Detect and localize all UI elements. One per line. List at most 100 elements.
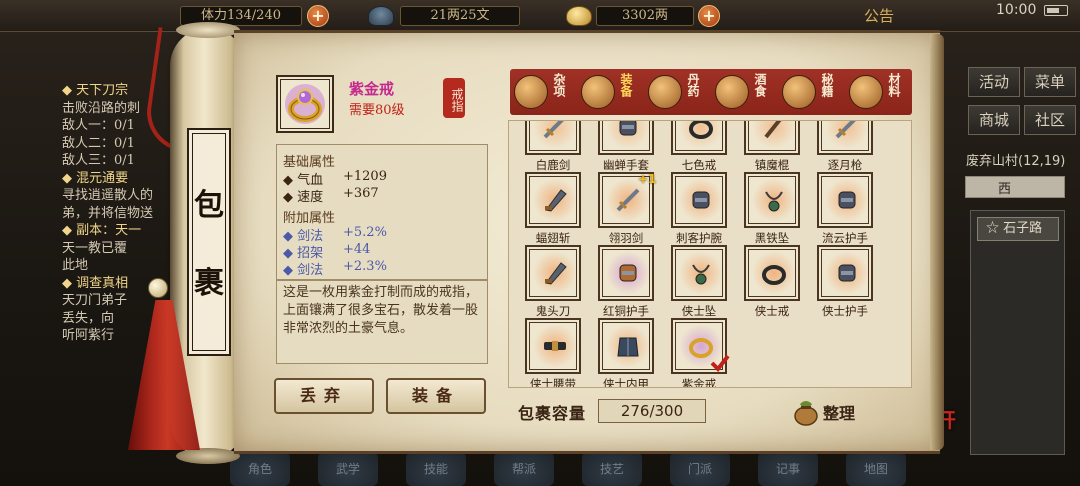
silver-display: 21两25文 <box>400 6 520 26</box>
inventory-slot[interactable]: 七色戒 <box>669 121 729 172</box>
inventory-slot[interactable]: 侠士戒 <box>742 245 802 318</box>
item-name-label: 镇魔棍 <box>754 158 790 172</box>
bottom-nav-item[interactable]: 技能 <box>406 452 466 486</box>
stat-label: ◆ 剑法 <box>283 263 324 278</box>
item-name-label: 侠士护手 <box>822 304 868 318</box>
bottom-nav-item[interactable]: 门派 <box>670 452 730 486</box>
gold-display: 3302两 <box>596 6 694 26</box>
item-slot-frame <box>671 318 730 374</box>
inventory-slot[interactable]: 逐月枪 <box>815 121 875 172</box>
stat-row: ◆ 剑法 +2.3% <box>283 259 387 278</box>
books-icon <box>782 75 816 109</box>
base-stats-header: 基础属性 <box>283 155 336 170</box>
item-slot-frame <box>744 245 800 301</box>
bottom-nav-item[interactable]: 武学 <box>318 452 378 486</box>
shop-button[interactable]: 商城 <box>968 105 1020 135</box>
item-slot-frame: +1 <box>598 172 656 228</box>
money-bag-icon[interactable] <box>791 396 821 426</box>
tab-wine-food[interactable]: 酒食 <box>711 69 778 115</box>
jade-bead <box>148 278 168 298</box>
item-name-label: 侠士腰带 <box>530 377 576 388</box>
item-name-label: 逐月枪 <box>827 158 863 172</box>
inventory-slot[interactable]: 侠士内甲 <box>596 318 656 387</box>
inventory-slot[interactable]: 蝠翅斩 <box>523 172 583 245</box>
item-name-label: 紫金戒 <box>681 377 717 388</box>
item-slot-frame <box>671 121 727 155</box>
item-slot-frame <box>671 245 727 301</box>
item-name-label: 红铜护手 <box>603 304 649 318</box>
item-slot-frame <box>525 121 581 155</box>
sort-button[interactable]: 整理 <box>823 400 855 424</box>
bottom-nav-item[interactable]: 地图 <box>846 452 906 486</box>
stat-value: +1209 <box>343 169 387 184</box>
tab-label: 材料 <box>887 73 901 97</box>
extra-stats-header: 附加属性 <box>283 211 336 226</box>
equip-button[interactable]: 装备 <box>386 378 486 414</box>
item-name-label: 刺客护腕 <box>676 231 722 245</box>
tab-books[interactable]: 秘籍 <box>778 69 845 115</box>
road-item[interactable]: ☆ 石子路 <box>977 217 1059 241</box>
item-name-label: 翎羽剑 <box>608 231 644 245</box>
stat-value: +2.3% <box>343 259 387 274</box>
tab-label: 装备 <box>619 73 633 97</box>
scroll-rod-top <box>176 22 240 38</box>
inventory-slot[interactable]: 黑铁坠 <box>742 172 802 245</box>
announcement-button[interactable]: 公告 <box>864 5 894 26</box>
item-slot-frame <box>744 121 800 155</box>
jar-icon <box>514 75 548 109</box>
category-tabs: 杂项 装备 丹药 酒食 秘籍 材料 <box>510 69 912 115</box>
inventory-slot[interactable]: 红铜护手 <box>596 245 656 318</box>
discard-button[interactable]: 丢弃 <box>274 378 374 414</box>
inventory-slot[interactable]: 鬼头刀 <box>523 245 583 318</box>
item-slot-frame <box>744 172 800 228</box>
pills-icon <box>648 75 682 109</box>
tab-scroll-sword[interactable]: 装备 <box>577 69 644 115</box>
item-name-label: 侠士内甲 <box>603 377 649 388</box>
tab-label: 杂项 <box>552 73 566 97</box>
bag-title-top: 包 <box>194 188 224 223</box>
item-slot-frame <box>525 245 581 301</box>
item-name: 紫金戒 <box>349 80 395 98</box>
check-icon <box>710 354 730 373</box>
bottom-nav-item[interactable]: 记事 <box>758 452 818 486</box>
capacity-value: 276/300 <box>598 399 706 423</box>
tab-crystal[interactable]: 材料 <box>845 69 912 115</box>
parchment-edge <box>930 34 944 450</box>
item-description: 这是一枚用紫金打制而成的戒指，上面镶满了很多宝石，散发着一股非常浓烈的土豪气息。 <box>276 280 488 364</box>
inventory-slot[interactable]: 流云护手 <box>815 172 875 245</box>
activity-button[interactable]: 活动 <box>968 67 1020 97</box>
stat-value: +5.2% <box>343 225 387 240</box>
menu-button[interactable]: 菜单 <box>1024 67 1076 97</box>
gold-ring-icon <box>285 84 325 124</box>
add-gold-button[interactable]: + <box>698 5 720 27</box>
inventory-slot[interactable]: +1 翎羽剑 <box>596 172 656 245</box>
item-slot-frame <box>817 172 873 228</box>
inventory-slot[interactable]: 幽蝉手套 <box>596 121 656 172</box>
inventory-slot[interactable]: 刺客护腕 <box>669 172 729 245</box>
bottom-nav-item[interactable]: 技艺 <box>582 452 642 486</box>
tab-label: 丹药 <box>686 73 700 97</box>
tab-pills[interactable]: 丹药 <box>644 69 711 115</box>
direction-map[interactable]: 西 <box>965 176 1065 198</box>
inventory-slot[interactable]: 侠士护手 <box>815 245 875 318</box>
road-label: 石子路 <box>1003 221 1043 236</box>
nearby-list: ☆ 石子路 <box>970 210 1065 455</box>
item-slot-frame <box>671 172 727 228</box>
scroll-rod-bottom <box>176 448 240 464</box>
item-name-label: 流云护手 <box>822 231 868 245</box>
hat-icon <box>368 6 394 26</box>
community-button[interactable]: 社区 <box>1024 105 1076 135</box>
inventory-slot[interactable]: 白鹿剑 <box>523 121 583 172</box>
item-type-seal: 戒指 <box>443 78 465 118</box>
item-name-label: 侠士戒 <box>754 304 790 318</box>
inventory-slot[interactable]: 镇魔棍 <box>742 121 802 172</box>
inventory-slot[interactable]: 侠士腰带 <box>523 318 583 387</box>
tab-jar[interactable]: 杂项 <box>510 69 577 115</box>
item-name-label: 侠士坠 <box>681 304 717 318</box>
clock: 10:00 <box>996 2 1037 18</box>
item-name-label: 黑铁坠 <box>754 231 790 245</box>
add-stamina-button[interactable]: + <box>307 5 329 27</box>
bottom-nav-item[interactable]: 帮派 <box>494 452 554 486</box>
inventory-slot[interactable]: 侠士坠 <box>669 245 729 318</box>
inventory-slot[interactable]: 紫金戒 <box>669 318 730 387</box>
